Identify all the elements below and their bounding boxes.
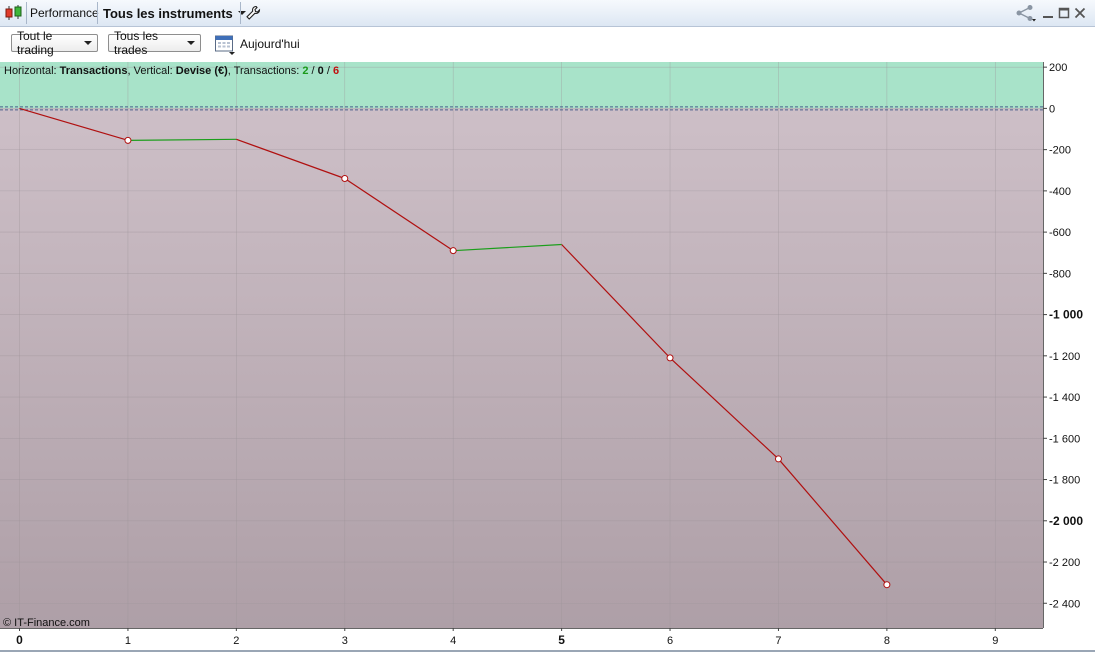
- trades-dropdown[interactable]: Tous les trades: [108, 29, 201, 57]
- x-tick-label: 6: [667, 635, 673, 647]
- chevron-down-icon: [187, 41, 195, 45]
- share-icon[interactable]: [1015, 0, 1037, 26]
- y-tick-label: -2 200: [1049, 557, 1080, 569]
- x-tick-label: 2: [233, 635, 239, 647]
- title-bar: Performance Tous les instruments: [0, 0, 1095, 27]
- y-tick-label: -1 000: [1049, 308, 1083, 322]
- x-tick-label: 7: [775, 635, 781, 647]
- y-tick-label: -600: [1049, 227, 1071, 239]
- y-tick-label: -1 400: [1049, 392, 1080, 404]
- period-selector[interactable]: Aujourd'hui: [214, 33, 300, 55]
- y-tick-label: 200: [1049, 62, 1067, 74]
- y-tick-label: -2 000: [1049, 514, 1083, 528]
- tab-performance-label: Performance: [30, 6, 99, 20]
- x-tick-label: 3: [342, 635, 348, 647]
- equity-point-marker: [666, 354, 674, 362]
- equity-point-marker: [883, 581, 891, 589]
- y-tick-label: -1 600: [1049, 433, 1080, 445]
- period-label: Aujourd'hui: [240, 37, 300, 51]
- calendar-icon: [215, 35, 235, 55]
- equity-point-marker: [124, 136, 132, 144]
- equity-point-marker: [774, 455, 782, 463]
- equity-chart: 200 0 -200 -400 -600 -800 -1 000 -1 200 -1 400 -1…: [0, 61, 1095, 652]
- y-tick-label: -1 800: [1049, 475, 1080, 487]
- toolbar: Tout le trading Tous les trades Aujourd'…: [0, 27, 1095, 61]
- scope-dropdown[interactable]: Tout le trading: [11, 29, 98, 57]
- negative-zone: [0, 108, 1043, 629]
- chart-info-line: Horizontal: Transactions, Vertical: Devi…: [4, 65, 339, 77]
- minimize-icon[interactable]: [1042, 0, 1054, 26]
- x-tick-label: 4: [450, 635, 456, 647]
- y-tick-label: -2 400: [1049, 598, 1080, 610]
- tab-performance[interactable]: Performance: [30, 0, 99, 26]
- x-axis-area: [0, 628, 1095, 650]
- y-tick-label: -200: [1049, 145, 1071, 157]
- x-tick-label: 5: [558, 633, 565, 647]
- x-tick-label: 1: [125, 635, 131, 647]
- x-tick-label: 8: [884, 635, 890, 647]
- equity-chart-svg: 200 0 -200 -400 -600 -800 -1 000 -1 200 -1 400 -1…: [0, 61, 1095, 650]
- y-tick-label: -800: [1049, 268, 1071, 280]
- candlestick-icon[interactable]: [4, 0, 24, 26]
- equity-point-marker: [341, 174, 349, 182]
- instrument-selector[interactable]: Tous les instruments: [103, 0, 246, 26]
- close-icon[interactable]: [1074, 0, 1086, 26]
- chevron-down-icon: [84, 41, 92, 45]
- scope-dropdown-label: Tout le trading: [17, 29, 54, 57]
- y-tick-label: -1 200: [1049, 351, 1080, 363]
- x-tick-label: 0: [16, 633, 23, 647]
- wrench-icon[interactable]: [245, 0, 261, 26]
- copyright-label: © IT-Finance.com: [3, 617, 90, 629]
- y-tick-label: 0: [1049, 103, 1055, 115]
- trades-dropdown-label: Tous les trades: [114, 29, 159, 57]
- equity-point-marker: [449, 247, 457, 255]
- losses-count: 6: [333, 65, 339, 77]
- x-tick-label: 9: [992, 635, 998, 647]
- maximize-icon[interactable]: [1058, 0, 1070, 26]
- instrument-selector-label: Tous les instruments: [103, 5, 233, 21]
- y-tick-label: -400: [1049, 186, 1071, 198]
